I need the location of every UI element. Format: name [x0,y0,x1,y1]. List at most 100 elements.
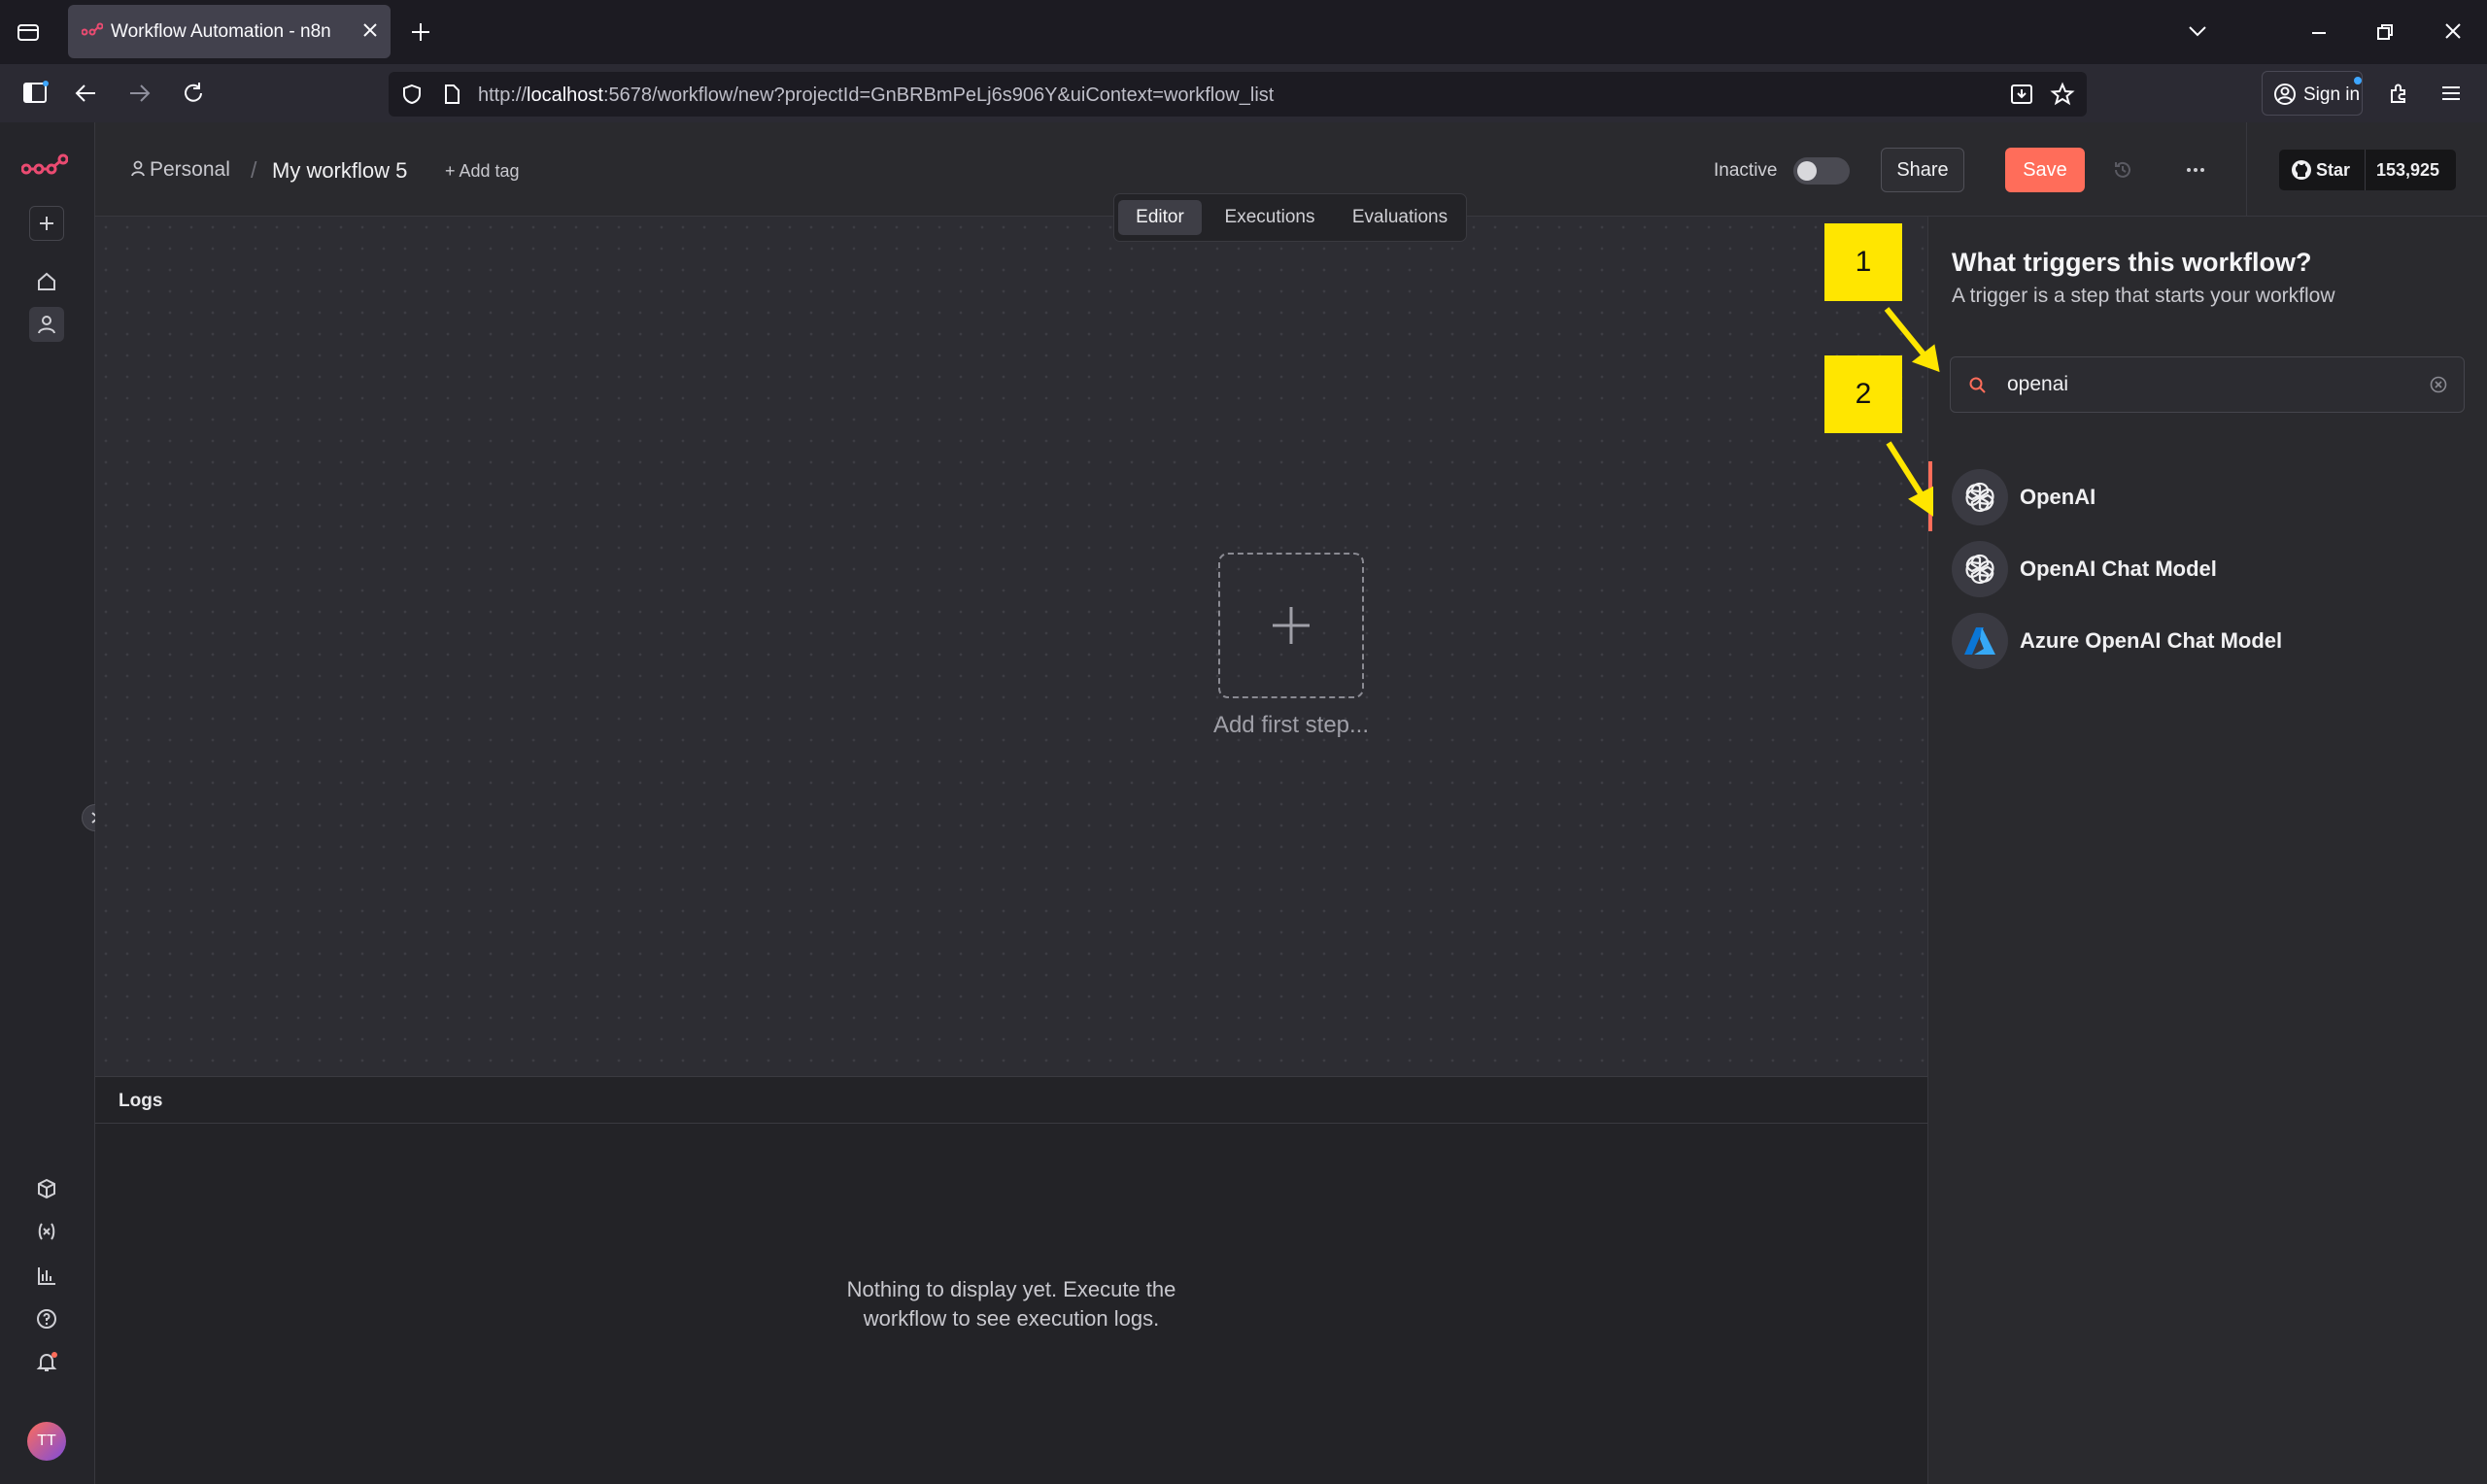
save-button[interactable]: Save [2005,148,2085,192]
search-icon [1968,376,1988,395]
minimize-icon[interactable] [2308,23,2330,43]
save-to-device-icon[interactable] [2009,82,2034,107]
logs-panel: Logs Nothing to display yet. Execute the… [95,1076,1927,1484]
panel-subtitle: A trigger is a step that starts your wor… [1952,285,2335,307]
n8n-logo-icon[interactable] [21,153,68,179]
avatar-initials: TT [37,1433,56,1449]
add-tag-button[interactable]: + Add tag [445,161,520,182]
openai-icon [1952,541,2008,597]
tab-executions-label: Executions [1224,207,1315,227]
result-azure-openai-chat-model[interactable]: Azure OpenAI Chat Model [1940,605,2484,675]
breadcrumb-project[interactable]: Personal [150,158,230,182]
url-text[interactable]: http://localhost:5678/workflow/new?proje… [478,84,1274,107]
github-icon [2291,159,2312,181]
tab-editor[interactable]: Editor [1118,200,1202,235]
panel-title: What triggers this workflow? [1952,248,2312,277]
annotation-1-label: 1 [1855,246,1872,278]
browser-tab[interactable]: Workflow Automation - n8n [68,5,391,58]
tab-title: Workflow Automation - n8n [111,21,331,42]
person-icon [130,159,146,177]
workflow-name[interactable]: My workflow 5 [272,158,407,184]
more-options-icon[interactable] [2184,159,2207,181]
tab-executions[interactable]: Executions [1206,200,1334,235]
history-icon[interactable] [2112,159,2133,181]
github-star-button[interactable]: Star 153,925 [2279,150,2456,190]
sign-in-label: Sign in [2303,84,2361,105]
help-button[interactable] [29,1301,64,1336]
logs-title: Logs [119,1091,163,1111]
tab-overview-icon[interactable] [16,19,41,45]
clear-search-icon[interactable] [2429,375,2448,394]
browser-toolbar: http://localhost:5678/workflow/new?proje… [0,64,2487,122]
share-button[interactable]: Share [1881,148,1964,192]
github-star-count: 153,925 [2376,160,2440,180]
annotation-1: 1 [1824,223,1902,301]
n8n-favicon-icon [82,22,103,38]
sidebar-toggle-icon[interactable] [21,81,49,106]
result-openai[interactable]: OpenAI [1928,461,2484,531]
logs-empty-line-1: Nothing to display yet. Execute the [846,1277,1176,1301]
user-icon [38,316,55,334]
bell-icon [36,1352,57,1371]
new-tab-icon[interactable] [408,19,433,45]
home-button[interactable] [29,264,64,299]
account-icon [2272,82,2298,107]
toggle-knob [1797,161,1817,181]
insights-button[interactable] [29,1259,64,1294]
annotation-arrows [1884,307,1940,517]
back-icon[interactable] [74,82,99,105]
list-tabs-chevron-icon[interactable] [2186,21,2209,41]
bar-chart-icon [38,1267,55,1285]
header-divider [2246,122,2247,217]
add-first-step-button[interactable] [1218,553,1364,698]
search-value: openai [2007,373,2069,395]
star-divider [2365,150,2366,190]
address-bar[interactable]: http://localhost:5678/workflow/new?proje… [389,72,2087,117]
notifications-button[interactable] [29,1344,64,1379]
page-info-icon[interactable] [441,83,462,106]
sign-in-button[interactable]: Sign in [2262,71,2363,116]
share-label: Share [1896,158,1949,181]
variables-button[interactable] [29,1214,64,1249]
github-star-label: Star [2316,160,2351,180]
personal-button[interactable] [29,307,64,342]
node-search-input[interactable]: openai [1950,356,2465,413]
home-icon [38,272,55,290]
restore-icon[interactable] [2374,21,2396,43]
help-icon [37,1309,56,1329]
url-host: localhost [527,84,603,106]
active-status-label: Inactive [1714,160,1778,181]
logs-header[interactable]: Logs [95,1077,1927,1124]
extensions-icon[interactable] [2386,81,2411,106]
shield-icon[interactable] [400,83,424,106]
active-toggle[interactable] [1793,157,1850,185]
forward-icon[interactable] [126,82,152,105]
result-openai-chat-model-name: OpenAI Chat Model [2020,556,2217,581]
add-first-step-label: Add first step... [1212,712,1370,738]
tab-evaluations-label: Evaluations [1351,207,1448,227]
bookmark-star-icon[interactable] [2050,82,2075,107]
workflow-canvas[interactable]: Editor Executions Evaluations Add first … [95,193,1927,1146]
result-openai-name: OpenAI [2020,485,2096,509]
node-creator-panel: What triggers this workflow? A trigger i… [1927,217,2487,1484]
result-openai-chat-model[interactable]: OpenAI Chat Model [1940,533,2484,603]
close-tab-icon[interactable] [359,19,381,41]
breadcrumb-separator: / [251,157,257,183]
create-button[interactable] [29,206,64,241]
main-sidebar: TT [0,122,109,1484]
templates-button[interactable] [29,1171,64,1206]
view-tabs: Editor Executions Evaluations [1113,193,1467,242]
menu-icon[interactable] [2438,82,2464,105]
n8n-app: TT Personal / My workflow 5 + Add tag In… [0,122,2487,1484]
result-azure-name: Azure OpenAI Chat Model [2020,628,2283,653]
notification-dot [2354,77,2362,84]
close-window-icon[interactable] [2442,20,2464,42]
save-label: Save [2023,158,2067,181]
reload-icon[interactable] [181,81,206,106]
user-avatar[interactable]: TT [27,1422,66,1461]
url-prefix: http:// [478,84,528,106]
annotation-2-label: 2 [1855,378,1872,410]
tab-evaluations[interactable]: Evaluations [1338,200,1462,235]
plus-icon [40,217,53,230]
plus-icon [1273,607,1310,644]
